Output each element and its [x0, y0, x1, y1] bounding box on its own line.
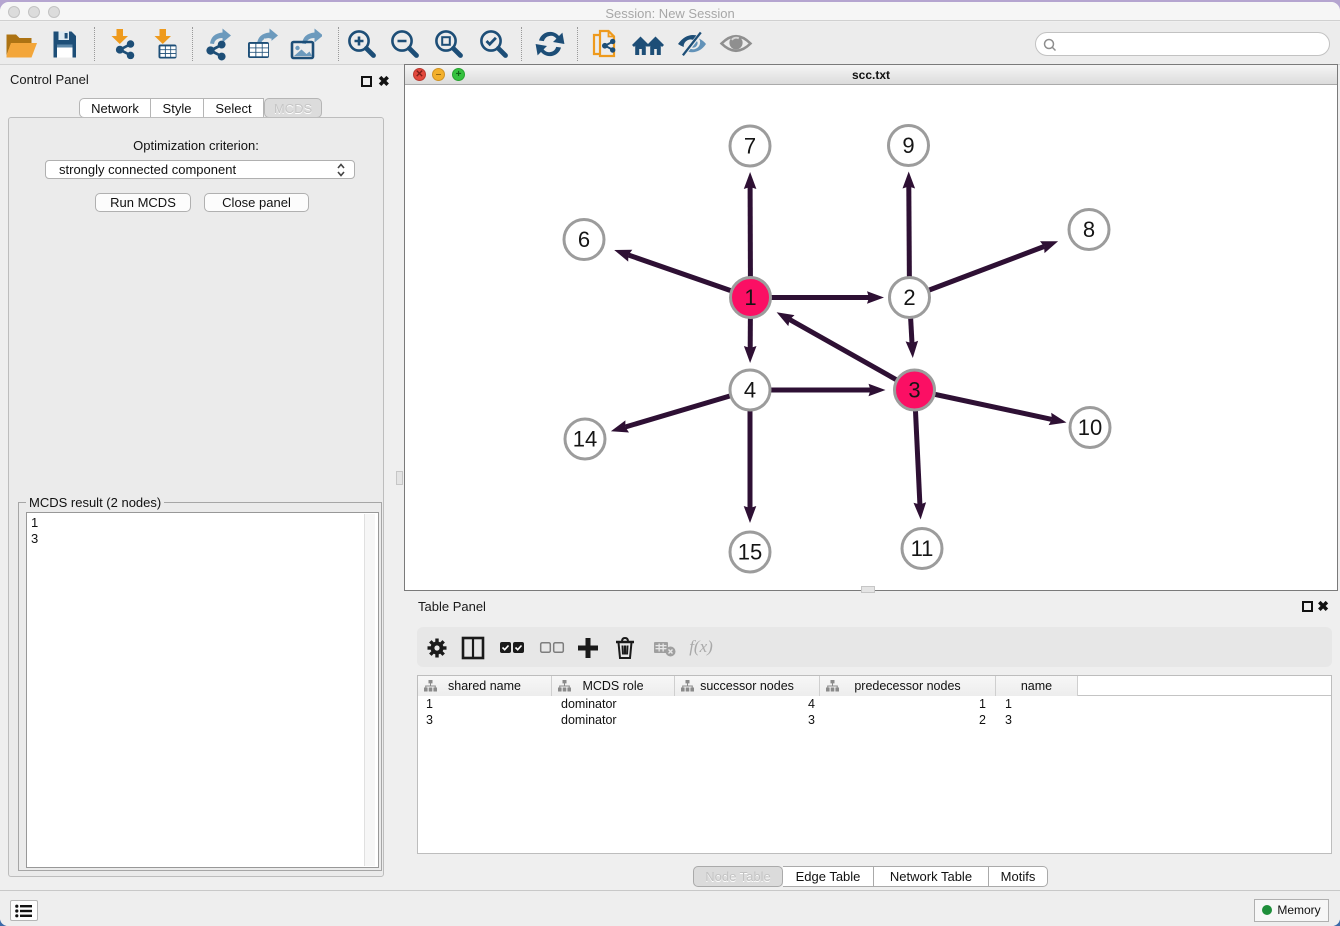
svg-text:6: 6	[578, 227, 590, 252]
svg-text:15: 15	[738, 540, 762, 565]
svg-text:9: 9	[902, 133, 914, 158]
svg-text:14: 14	[573, 427, 597, 452]
svg-text:2: 2	[903, 285, 915, 310]
svg-text:4: 4	[744, 378, 756, 403]
svg-text:10: 10	[1078, 415, 1102, 440]
svg-text:3: 3	[908, 378, 920, 403]
svg-text:1: 1	[744, 285, 756, 310]
svg-text:8: 8	[1083, 217, 1095, 242]
svg-text:f(x): f(x)	[689, 637, 713, 656]
svg-text:11: 11	[911, 536, 934, 561]
svg-text:7: 7	[744, 134, 756, 159]
